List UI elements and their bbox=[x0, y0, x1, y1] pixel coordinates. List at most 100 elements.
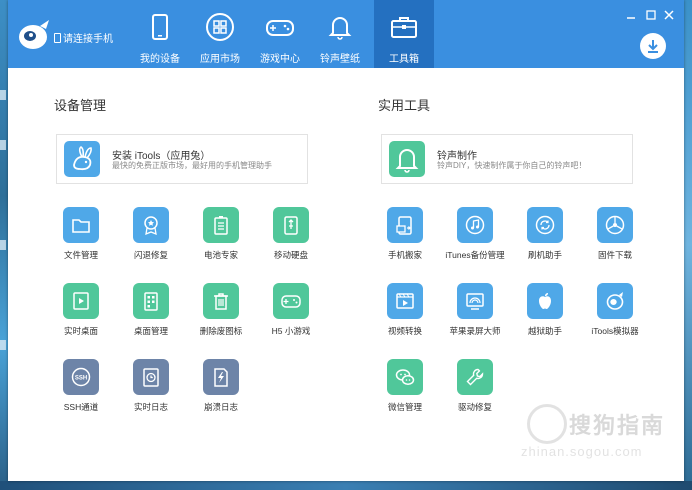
tool-firmware-download[interactable]: 固件下载 bbox=[580, 207, 650, 261]
tab-label: 游戏中心 bbox=[260, 54, 300, 65]
titlebar: 请连接手机 我的设备 应用市场 游戏中心 铃声壁纸 工具箱 bbox=[8, 0, 684, 68]
tool-h5-games[interactable]: H5 小游戏 bbox=[256, 283, 326, 337]
tool-desktop-manager[interactable]: 桌面管理 bbox=[116, 283, 186, 337]
desktop-icon[interactable] bbox=[0, 340, 6, 350]
desktop-icon[interactable] bbox=[0, 240, 6, 250]
folder-icon bbox=[63, 207, 99, 243]
maximize-icon[interactable] bbox=[646, 10, 656, 20]
wechat-icon bbox=[387, 359, 423, 395]
tab-app-market[interactable]: 应用市场 bbox=[190, 0, 250, 68]
toolbox-icon bbox=[391, 17, 417, 38]
tab-label: 应用市场 bbox=[200, 54, 240, 65]
tool-label: 固件下载 bbox=[597, 250, 632, 260]
tool-label: 驱动修复 bbox=[457, 402, 492, 412]
tool-label: 苹果录屏大师 bbox=[449, 326, 501, 336]
tool-ssh-channel[interactable]: SSH SSH通道 bbox=[46, 359, 116, 413]
tab-label: 工具箱 bbox=[389, 54, 419, 65]
download-button[interactable] bbox=[640, 33, 666, 59]
minimize-icon[interactable] bbox=[626, 10, 636, 20]
card-subtitle: 最快的免费正版市场，最好用的手机管理助手 bbox=[112, 161, 272, 170]
tool-jailbreak-assistant[interactable]: 越狱助手 bbox=[510, 283, 580, 337]
tool-label: 崩溃日志 bbox=[203, 402, 238, 412]
tool-label: iTools模拟器 bbox=[591, 326, 639, 336]
tool-delete-icons[interactable]: 删除废图标 bbox=[186, 283, 256, 337]
tool-label: 手机搬家 bbox=[387, 250, 422, 260]
sogou-logo-icon bbox=[527, 404, 567, 444]
tool-itunes-backup[interactable]: iTunes备份管理 bbox=[440, 207, 510, 261]
usb-drive-icon bbox=[273, 207, 309, 243]
tool-label: 越狱助手 bbox=[527, 326, 562, 336]
tool-label: 视频转换 bbox=[387, 326, 422, 336]
tool-flash-assistant[interactable]: 刷机助手 bbox=[510, 207, 580, 261]
tab-toolbox[interactable]: 工具箱 bbox=[374, 0, 434, 68]
tool-driver-repair[interactable]: 驱动修复 bbox=[440, 359, 510, 413]
tool-battery-expert[interactable]: 电池专家 bbox=[186, 207, 256, 261]
refresh-icon bbox=[527, 207, 563, 243]
gamepad-icon bbox=[273, 283, 309, 319]
badge-star-icon bbox=[133, 207, 169, 243]
bell-icon bbox=[389, 141, 425, 177]
tab-label: 我的设备 bbox=[140, 54, 180, 65]
tool-video-convert[interactable]: 视频转换 bbox=[370, 283, 440, 337]
desktop-background-right bbox=[684, 0, 692, 490]
tab-game-center[interactable]: 游戏中心 bbox=[250, 0, 310, 68]
itools-logo-icon bbox=[19, 20, 49, 49]
tool-label: 桌面管理 bbox=[133, 326, 168, 336]
tool-crash-fix[interactable]: 闪退修复 bbox=[116, 207, 186, 261]
grid-phone-icon bbox=[133, 283, 169, 319]
apps-icon bbox=[206, 13, 234, 41]
bell-icon bbox=[328, 17, 352, 40]
connect-phone-status[interactable]: 请连接手机 bbox=[54, 30, 113, 45]
play-screen-icon bbox=[63, 283, 99, 319]
connect-text: 请连接手机 bbox=[63, 34, 113, 45]
tool-phone-transfer[interactable]: 手机搬家 bbox=[370, 207, 440, 261]
tool-label: 刷机助手 bbox=[527, 250, 562, 260]
tab-my-device[interactable]: 我的设备 bbox=[130, 0, 190, 68]
tool-label: 实时日志 bbox=[133, 402, 168, 412]
sogou-watermark: 搜狗指南 zhinan.sogou.com bbox=[521, 400, 681, 460]
svg-text:SSH: SSH bbox=[75, 376, 87, 382]
desktop-icon[interactable] bbox=[0, 90, 6, 100]
tool-label: 微信管理 bbox=[387, 402, 422, 412]
desktop-icon[interactable] bbox=[0, 140, 6, 150]
tool-label: 电池专家 bbox=[203, 250, 238, 260]
download-icon bbox=[648, 40, 658, 53]
tool-label: 文件管理 bbox=[63, 250, 98, 260]
tool-label: iTunes备份管理 bbox=[445, 250, 505, 260]
install-itools-card[interactable]: 安装 iTools（应用兔） 最快的免费正版市场，最好用的手机管理助手 bbox=[56, 134, 308, 184]
apple-icon bbox=[527, 283, 563, 319]
phone-small-icon bbox=[54, 33, 61, 43]
tool-realtime-log[interactable]: 实时日志 bbox=[116, 359, 186, 413]
tool-label: H5 小游戏 bbox=[271, 326, 311, 336]
gamepad-icon bbox=[266, 20, 294, 36]
ssh-icon: SSH bbox=[63, 359, 99, 395]
card-subtitle: 铃声DIY，快速制作属于你自己的铃声吧！ bbox=[437, 161, 587, 170]
video-icon bbox=[387, 283, 423, 319]
tool-screen-recorder[interactable]: 苹果录屏大师 bbox=[440, 283, 510, 337]
clock-doc-icon bbox=[133, 359, 169, 395]
tool-live-desktop[interactable]: 实时桌面 bbox=[46, 283, 116, 337]
tool-crash-log[interactable]: 崩溃日志 bbox=[186, 359, 256, 413]
section-title-device-management: 设备管理 bbox=[54, 98, 107, 113]
tab-label: 铃声壁纸 bbox=[320, 54, 360, 65]
tool-label: 移动硬盘 bbox=[273, 250, 308, 260]
ringtone-maker-card[interactable]: 铃声制作 铃声DIY，快速制作属于你自己的铃声吧！ bbox=[381, 134, 633, 184]
music-note-icon bbox=[457, 207, 493, 243]
close-icon[interactable] bbox=[664, 10, 674, 20]
wheel-icon bbox=[597, 207, 633, 243]
battery-list-icon bbox=[203, 207, 239, 243]
rabbit-icon bbox=[64, 141, 100, 177]
trash-icon bbox=[203, 283, 239, 319]
phone-icon bbox=[152, 14, 168, 40]
tool-label: 闪退修复 bbox=[133, 250, 168, 260]
tool-mobile-disk[interactable]: 移动硬盘 bbox=[256, 207, 326, 261]
tab-ringtone-wallpaper[interactable]: 铃声壁纸 bbox=[310, 0, 370, 68]
wrench-icon bbox=[457, 359, 493, 395]
tool-itools-emulator[interactable]: iTools模拟器 bbox=[580, 283, 650, 337]
tool-label: 实时桌面 bbox=[63, 326, 98, 336]
section-title-utilities: 实用工具 bbox=[378, 98, 431, 113]
tool-file-manager[interactable]: 文件管理 bbox=[46, 207, 116, 261]
itools-window: 请连接手机 我的设备 应用市场 游戏中心 铃声壁纸 工具箱 设备管理 安装 iT… bbox=[8, 0, 684, 481]
cast-icon bbox=[457, 283, 493, 319]
tool-wechat-manager[interactable]: 微信管理 bbox=[370, 359, 440, 413]
